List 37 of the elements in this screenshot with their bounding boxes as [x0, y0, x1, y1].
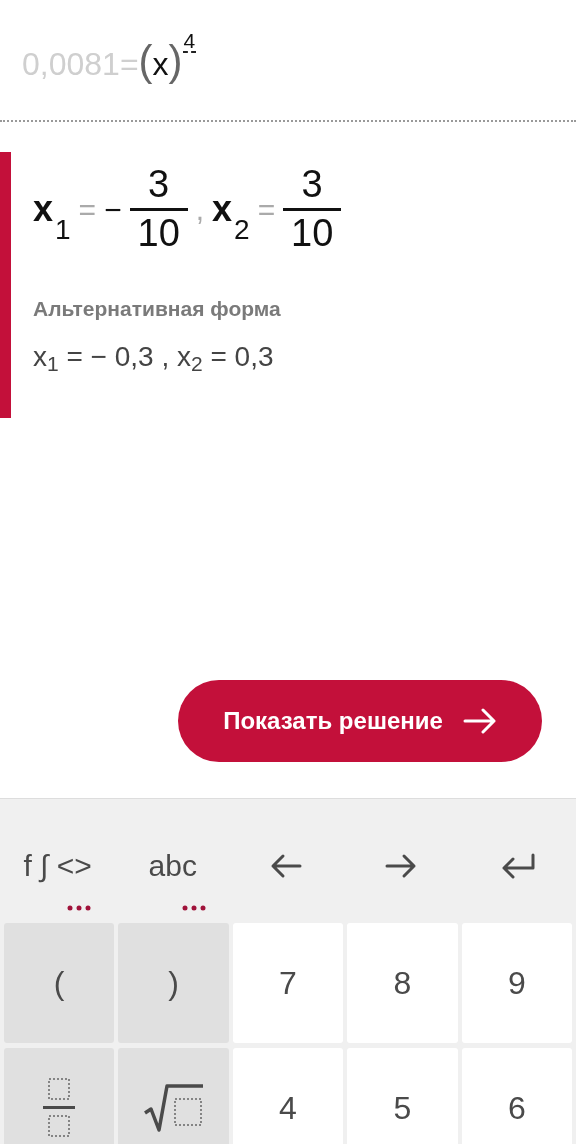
exponent-field[interactable]: 4	[182, 30, 197, 53]
key[interactable]: )	[118, 923, 229, 1043]
variable: x	[33, 187, 54, 232]
comma: ,	[195, 191, 204, 228]
subscript: 2	[234, 212, 250, 247]
parenthesis: )	[168, 37, 183, 84]
enter-icon	[500, 852, 537, 879]
equals-sign: =	[257, 191, 276, 228]
key[interactable]	[4, 1048, 115, 1144]
keyboard-tab[interactable]: abc	[115, 799, 231, 923]
key[interactable]: 8	[347, 923, 458, 1043]
variable: x	[152, 46, 169, 82]
equals-sign: =	[78, 191, 97, 228]
subscript: 1	[55, 212, 71, 247]
square-root-icon	[142, 1083, 205, 1133]
variable: x	[212, 187, 233, 232]
numerator: 3	[301, 164, 323, 206]
section-label: Альтернативная форма	[33, 295, 282, 322]
parenthesis: (	[138, 37, 153, 84]
denominator: 10	[137, 212, 180, 255]
key[interactable]	[118, 1048, 229, 1144]
denominator: 10	[291, 212, 334, 255]
show-solution-button[interactable]: Показать решение	[178, 680, 542, 762]
alternative-answer: x$_{1}$ = − 0,3 , x$_{2}$ = 0,3	[33, 340, 275, 378]
equals-sign: =	[119, 46, 139, 82]
key[interactable]: 5	[347, 1048, 458, 1144]
key[interactable]: 6	[461, 1048, 572, 1144]
key[interactable]: 4	[232, 1048, 344, 1144]
key[interactable]: 9	[461, 923, 572, 1043]
minus-sign: −	[104, 191, 122, 228]
arrow-right-icon	[462, 708, 497, 734]
fraction-bar	[283, 207, 342, 211]
key[interactable]: (	[4, 923, 115, 1043]
fraction-bar	[129, 207, 188, 211]
key[interactable]: 7	[232, 923, 344, 1043]
numerator: 3	[148, 164, 170, 206]
keyboard-tab[interactable]: f ∫ <>	[0, 799, 116, 923]
